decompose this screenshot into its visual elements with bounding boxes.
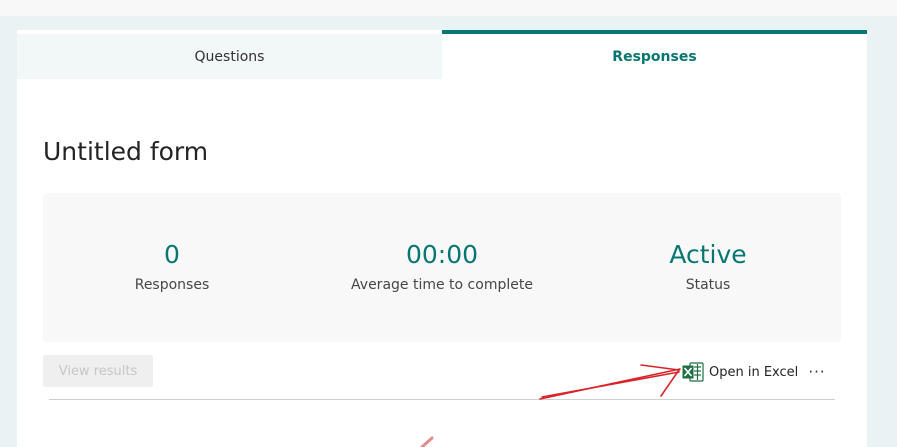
response-summary: 0 Responses 00:00 Average time to comple… (43, 193, 841, 342)
excel-icon (682, 362, 704, 382)
view-results-button[interactable]: View results (43, 355, 153, 387)
form-title: Untitled form (43, 137, 209, 166)
divider (49, 399, 835, 400)
form-card: Questions Responses Untitled form 0 Resp… (17, 30, 867, 447)
average-time-label: Average time to complete (351, 277, 533, 293)
status-label: Status (685, 277, 731, 293)
more-icon: ··· (808, 363, 826, 381)
tab-bar: Questions Responses (17, 30, 867, 79)
status-value: Active (669, 240, 747, 269)
tab-responses-label: Responses (612, 48, 697, 65)
top-bar (0, 0, 897, 16)
more-options-button[interactable]: ··· (806, 360, 828, 384)
tab-responses[interactable]: Responses (442, 30, 867, 79)
stat-status: Active Status (578, 240, 838, 294)
tab-questions-label: Questions (194, 48, 265, 65)
stat-responses: 0 Responses (42, 240, 302, 294)
open-in-excel-label: Open in Excel (709, 364, 799, 380)
responses-count: 0 (164, 240, 180, 269)
average-time-value: 00:00 (405, 240, 479, 269)
stat-average-time: 00:00 Average time to complete (312, 240, 572, 294)
open-in-excel-button[interactable]: Open in Excel (682, 360, 798, 384)
responses-label: Responses (134, 277, 210, 293)
tab-questions[interactable]: Questions (17, 34, 442, 79)
